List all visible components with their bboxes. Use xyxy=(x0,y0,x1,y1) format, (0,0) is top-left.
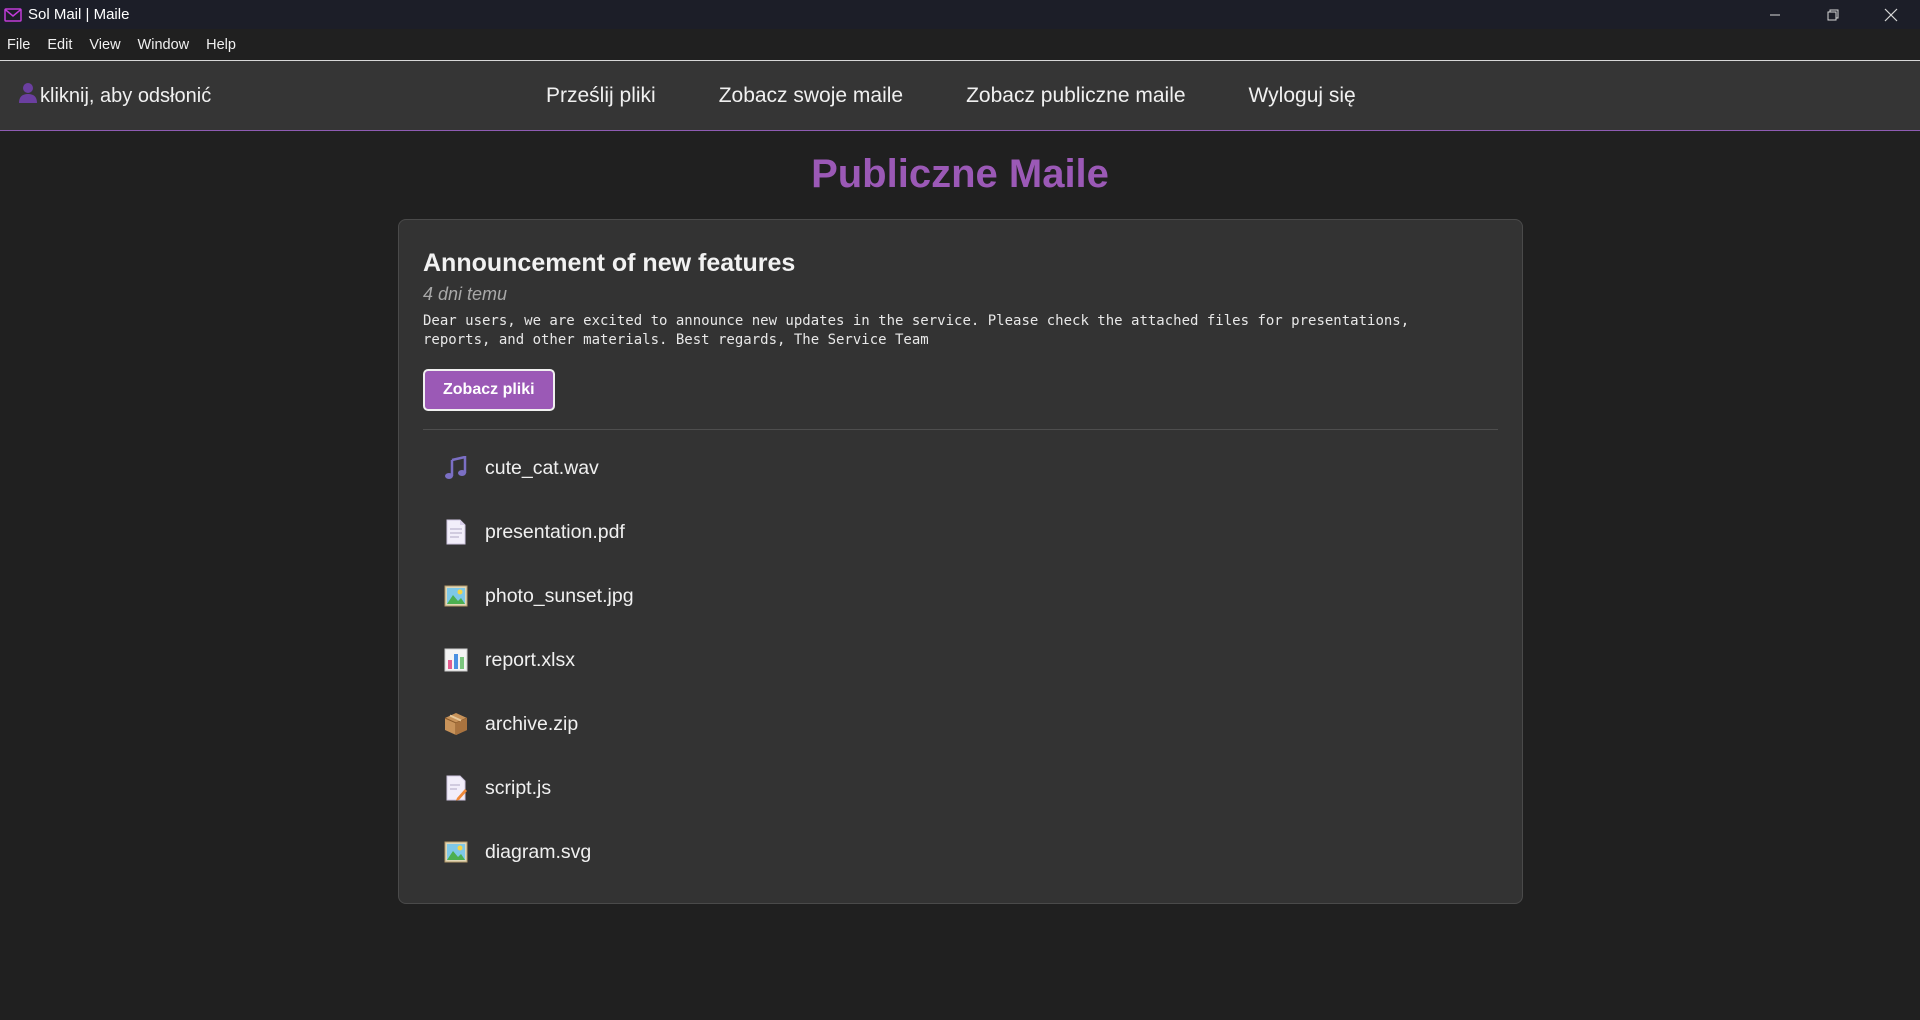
file-item[interactable]: diagram.svg xyxy=(423,820,1498,884)
nav-my-mails[interactable]: Zobacz swoje maile xyxy=(719,84,903,108)
menu-help[interactable]: Help xyxy=(206,37,236,53)
menu-file[interactable]: File xyxy=(7,37,30,53)
file-item[interactable]: report.xlsx xyxy=(423,628,1498,692)
document-icon xyxy=(443,519,469,545)
mail-subject: Announcement of new features xyxy=(423,249,796,277)
nav-bar: kliknij, aby odsłonić Prześlij pliki Zob… xyxy=(0,61,1920,131)
user-reveal-label: kliknij, aby odsłonić xyxy=(40,84,212,107)
mail-body: Dear users, we are excited to announce n… xyxy=(423,313,1410,348)
file-name: archive.zip xyxy=(485,712,579,735)
window-title: Sol Mail | Maile xyxy=(28,6,130,23)
view-files-button[interactable]: Zobacz pliki xyxy=(423,369,555,411)
nav-links: Prześlij pliki Zobacz swoje maile Zobacz… xyxy=(546,61,1419,131)
file-item[interactable]: archive.zip xyxy=(423,692,1498,756)
file-name: cute_cat.wav xyxy=(485,456,599,479)
title-bar-left: Sol Mail | Maile xyxy=(4,6,129,23)
menu-edit[interactable]: Edit xyxy=(47,37,72,53)
close-icon[interactable] xyxy=(1862,0,1920,29)
package-icon xyxy=(443,711,469,737)
minimize-icon[interactable] xyxy=(1746,0,1804,29)
script-icon xyxy=(443,775,469,801)
file-name: photo_sunset.jpg xyxy=(485,584,634,607)
menu-view[interactable]: View xyxy=(89,37,120,53)
nav-logout[interactable]: Wyloguj się xyxy=(1249,84,1356,108)
restore-icon[interactable] xyxy=(1804,0,1862,29)
page-title: Publiczne Maile xyxy=(811,152,1109,196)
mail-icon xyxy=(4,7,22,22)
user-reveal-toggle[interactable]: kliknij, aby odsłonić xyxy=(18,61,211,131)
mail-date: 4 dni temu xyxy=(423,284,508,304)
divider xyxy=(423,429,1498,430)
window-controls xyxy=(1746,0,1920,29)
music-icon xyxy=(443,455,469,481)
file-item[interactable]: presentation.pdf xyxy=(423,500,1498,564)
title-bar: Sol Mail | Maile xyxy=(0,0,1920,29)
user-icon xyxy=(18,82,38,110)
image-icon xyxy=(443,583,469,609)
nav-upload-files[interactable]: Prześlij pliki xyxy=(546,84,656,108)
file-item[interactable]: script.js xyxy=(423,756,1498,820)
file-item[interactable]: photo_sunset.jpg xyxy=(423,564,1498,628)
nav-public-mails[interactable]: Zobacz publiczne maile xyxy=(966,84,1185,108)
file-name: script.js xyxy=(485,776,552,799)
image-icon xyxy=(443,839,469,865)
menu-bar: File Edit View Window Help xyxy=(0,29,1920,61)
file-name: diagram.svg xyxy=(485,840,592,863)
chart-icon xyxy=(443,647,469,673)
menu-window[interactable]: Window xyxy=(138,37,190,53)
file-name: presentation.pdf xyxy=(485,520,625,543)
mail-card: Announcement of new features 4 dni temu … xyxy=(398,219,1523,904)
file-list: cute_cat.wav presentation.pdf photo_suns… xyxy=(423,436,1498,884)
file-name: report.xlsx xyxy=(485,648,575,671)
file-item[interactable]: cute_cat.wav xyxy=(423,436,1498,500)
